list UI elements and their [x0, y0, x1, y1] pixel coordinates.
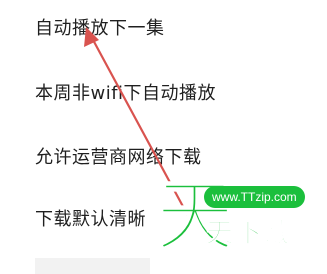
- annotation-arrow-head: [84, 27, 99, 47]
- watermark-url: www.TTzip.com: [204, 186, 305, 208]
- watermark-brand: 天下载: [206, 218, 293, 250]
- watermark-logo: 天 www.TTzip.com 天下载: [150, 171, 327, 274]
